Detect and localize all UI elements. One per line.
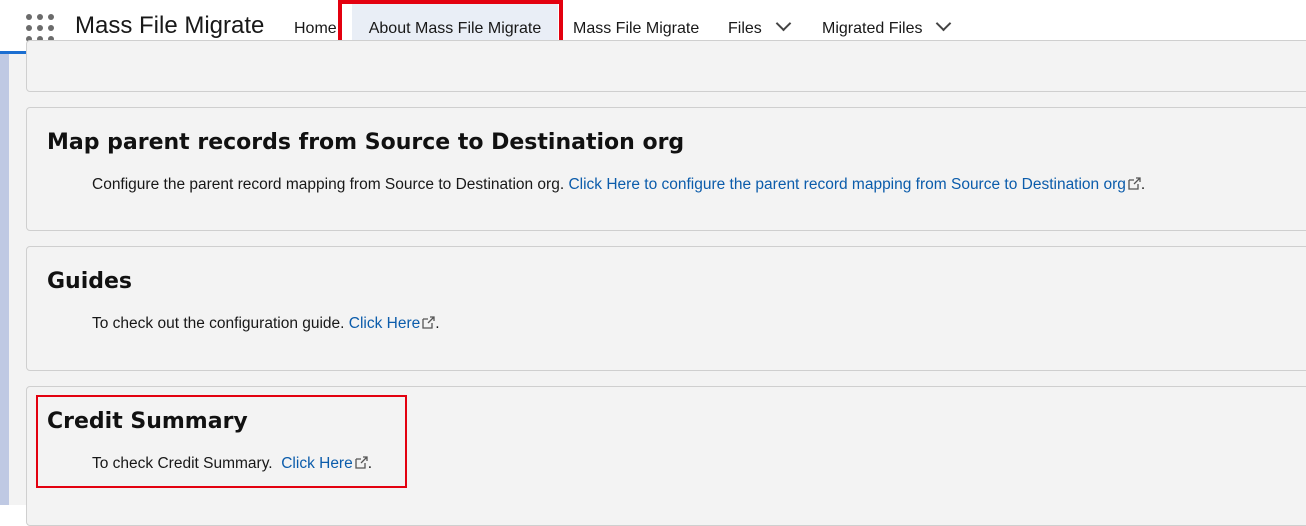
chevron-down-icon[interactable]: [775, 15, 792, 32]
section-card-guides: Guides To check out the configuration gu…: [26, 246, 1306, 371]
app-launcher-icon[interactable]: [26, 14, 54, 42]
section-text: To check out the configuration guide.: [92, 315, 345, 332]
section-description: To check out the configuration guide. Cl…: [92, 315, 440, 333]
section-card-credit-summary: Credit Summary To check Credit Summary. …: [26, 386, 1306, 526]
nav-tab-migrated-files-label: Migrated Files: [822, 20, 923, 37]
left-border-strip: [0, 54, 9, 505]
section-title: Map parent records from Source to Destin…: [47, 130, 685, 155]
section-suffix: .: [1140, 176, 1146, 193]
section-suffix: .: [367, 455, 373, 472]
credit-summary-link[interactable]: Click Here: [281, 455, 352, 472]
app-name: Mass File Migrate: [75, 12, 265, 39]
external-link-icon[interactable]: [1127, 177, 1141, 191]
section-title: Credit Summary: [47, 409, 248, 434]
section-text: To check Credit Summary.: [92, 455, 273, 472]
section-description: To check Credit Summary. Click Here.: [92, 455, 372, 473]
section-suffix: .: [435, 315, 440, 332]
section-card-partial: [26, 40, 1306, 92]
section-text: Configure the parent record mapping from…: [92, 176, 565, 193]
external-link-icon[interactable]: [354, 456, 368, 470]
chevron-down-icon[interactable]: [936, 15, 952, 32]
section-card-map-parent-records: Map parent records from Source to Destin…: [26, 107, 1306, 231]
configuration-guide-link[interactable]: Click Here: [349, 315, 420, 332]
section-description: Configure the parent record mapping from…: [92, 176, 1145, 194]
configure-mapping-link[interactable]: Click Here to configure the parent recor…: [568, 176, 1125, 193]
external-link-icon[interactable]: [421, 316, 435, 330]
section-title: Guides: [47, 269, 133, 294]
nav-tab-files-label: Files: [728, 20, 762, 37]
